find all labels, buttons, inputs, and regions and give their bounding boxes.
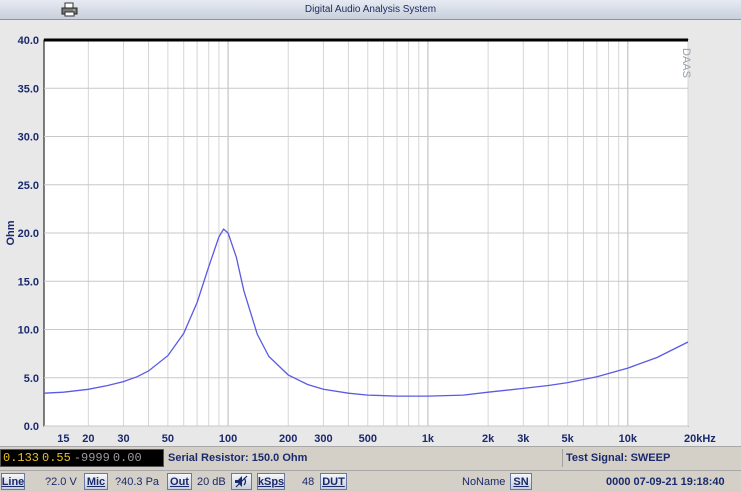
y-tick-label: 30.0 xyxy=(18,132,39,144)
test-signal-label: Test Signal: SWEEP xyxy=(566,452,671,464)
x-tick-label: 100 xyxy=(219,433,237,445)
dut-name-readout: NoName xyxy=(462,476,506,488)
impedance-chart: 0.0 5.0 10.0 15.0 20.0 25.0 30.0 35.0 40.0 15 20 30… xyxy=(5,35,716,445)
y-tick-label: 5.0 xyxy=(24,373,39,385)
x-tick-label: 10k xyxy=(619,433,638,445)
status-divider xyxy=(562,449,563,467)
y-tick-label: 40.0 xyxy=(18,35,39,47)
pressure-readout: ?40.3 Pa xyxy=(115,476,160,488)
x-tick-label: 15 xyxy=(57,433,69,445)
watermark-label: DAAS xyxy=(680,48,692,78)
y-tick-label: 15.0 xyxy=(18,276,39,288)
ksps-button[interactable]: kSps xyxy=(257,473,285,490)
voltage-readout: ?2.0 V xyxy=(45,476,77,488)
meter-value-3: -9999 xyxy=(73,451,110,465)
sn-button[interactable]: SN xyxy=(510,473,532,490)
meter-value-2: 0.55 xyxy=(42,451,71,465)
x-tick-label: 300 xyxy=(314,433,332,445)
y-axis-label: Ohm xyxy=(5,220,17,245)
dut-button[interactable]: DUT xyxy=(320,473,347,490)
control-bar: Line ?2.0 V Mic ?40.3 Pa Out 20 dB kSps … xyxy=(0,470,741,492)
timestamp-readout: 0000 07-09-21 19:18:40 xyxy=(606,476,725,488)
x-tick-label: 3k xyxy=(517,433,530,445)
speaker-icon xyxy=(235,475,248,488)
impedance-plot[interactable]: 0.0 5.0 10.0 15.0 20.0 25.0 30.0 35.0 40.0 15 20 30… xyxy=(0,20,741,446)
y-tick-label: 0.0 xyxy=(24,421,39,433)
x-tick-label: 1k xyxy=(422,433,435,445)
y-tick-label: 20.0 xyxy=(18,228,39,240)
serial-resistor-label: Serial Resistor: 150.0 Ohm xyxy=(168,452,308,464)
x-tick-label: 50 xyxy=(162,433,174,445)
gain-readout: 20 dB xyxy=(197,476,226,488)
speaker-button[interactable] xyxy=(231,473,252,490)
sample-rate-readout: 48 xyxy=(302,476,315,488)
y-tick-label: 35.0 xyxy=(18,83,39,95)
window-title: Digital Audio Analysis System xyxy=(304,4,437,15)
title-bar: Digital Audio Analysis System xyxy=(0,0,741,20)
status-row: 0.133 0.55 -9999 0.00 Serial Resistor: 1… xyxy=(0,446,741,468)
x-tick-label: 2k xyxy=(482,433,495,445)
x-tick-label: 5k xyxy=(562,433,575,445)
y-tick-label: 10.0 xyxy=(18,325,39,337)
out-button[interactable]: Out xyxy=(167,473,192,490)
x-tick-label: 20kHz xyxy=(684,433,716,445)
level-meter: 0.133 0.55 -9999 0.00 xyxy=(0,449,164,467)
x-tick-label: 500 xyxy=(359,433,377,445)
meter-value-4: 0.00 xyxy=(112,451,142,465)
x-tick-label: 200 xyxy=(279,433,297,445)
meter-value-1: 0.133 xyxy=(3,451,40,465)
y-tick-label: 25.0 xyxy=(18,180,39,192)
line-button[interactable]: Line xyxy=(1,473,25,490)
x-tick-label: 20 xyxy=(82,433,94,445)
mic-button[interactable]: Mic xyxy=(84,473,108,490)
x-tick-label: 30 xyxy=(117,433,129,445)
